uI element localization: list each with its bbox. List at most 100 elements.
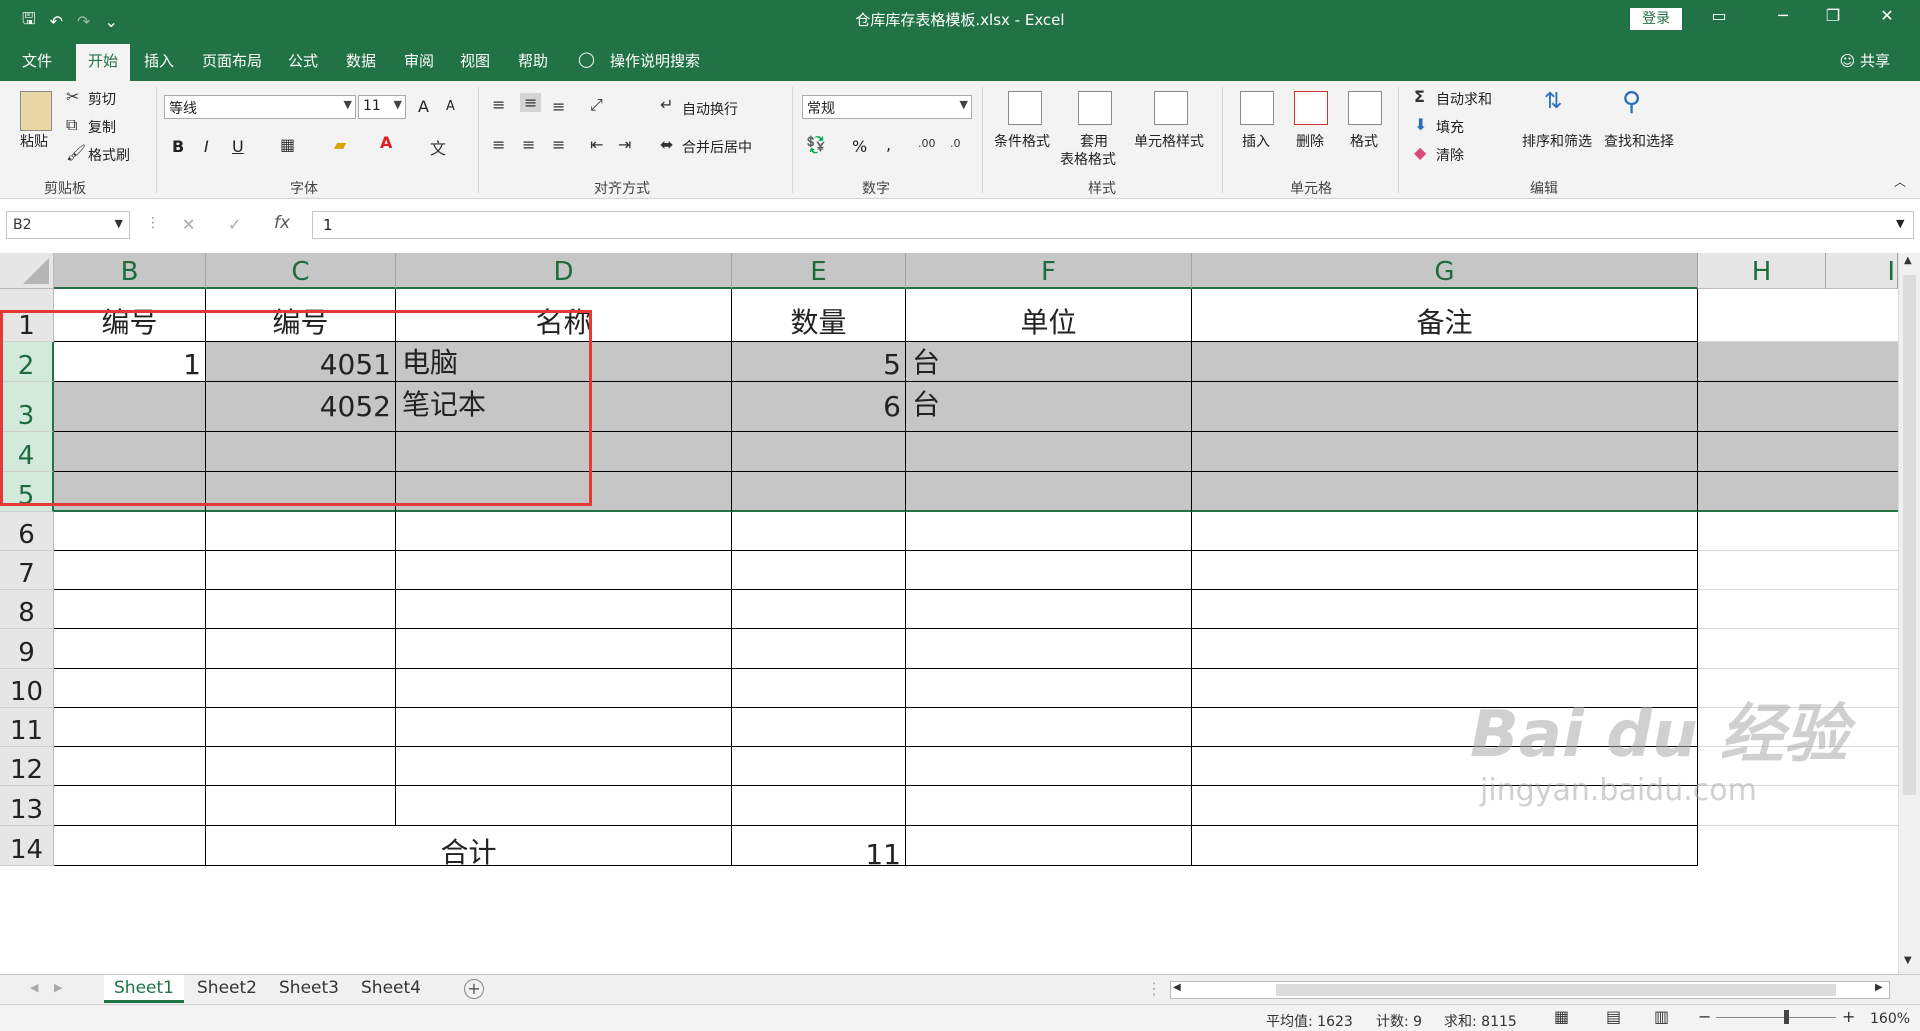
cell-h6[interactable]: [1698, 512, 1898, 551]
tab-formulas[interactable]: 公式: [288, 50, 318, 71]
shrink-font-icon[interactable]: A: [446, 99, 455, 114]
cell-f13[interactable]: [906, 786, 1192, 826]
next-sheet-icon[interactable]: ▶: [54, 981, 62, 994]
fill-icon[interactable]: ⬇: [1414, 115, 1427, 134]
paste-button[interactable]: 粘贴: [20, 131, 48, 151]
column-header-e[interactable]: E: [732, 253, 906, 289]
cell-b13[interactable]: [54, 786, 206, 826]
expand-formula-icon[interactable]: ▼: [1896, 217, 1904, 230]
merge-center-icon[interactable]: ⬌: [660, 135, 673, 154]
tab-file[interactable]: 文件: [22, 50, 52, 71]
cell-b11[interactable]: [54, 708, 206, 747]
cell-e13[interactable]: [732, 786, 906, 826]
cell-c10[interactable]: [206, 669, 396, 708]
format-painter-button[interactable]: 格式刷: [88, 145, 130, 165]
restore-icon[interactable]: ❐: [1818, 6, 1848, 25]
prev-sheet-icon[interactable]: ◀: [30, 981, 38, 994]
scroll-left-icon[interactable]: ◀: [1173, 982, 1181, 993]
cell-h4[interactable]: [1698, 432, 1898, 472]
currency-icon[interactable]: 💱: [806, 135, 826, 154]
format-as-table-button-line2[interactable]: 表格格式: [1060, 149, 1116, 169]
zoom-out-icon[interactable]: −: [1698, 1007, 1711, 1026]
row-header-12[interactable]: 12: [0, 747, 54, 786]
cell-g8[interactable]: [1192, 590, 1698, 629]
cell-c13[interactable]: [206, 786, 396, 826]
cell-d10[interactable]: [396, 669, 732, 708]
wrap-text-icon[interactable]: ↵: [660, 95, 673, 114]
row-header-10[interactable]: 10: [0, 669, 54, 708]
normal-view-icon[interactable]: ▦: [1554, 1007, 1569, 1026]
row-header-8[interactable]: 8: [0, 590, 54, 629]
tab-insert[interactable]: 插入: [144, 50, 174, 71]
decrease-decimal-icon[interactable]: .0: [950, 137, 961, 150]
name-box[interactable]: B2 ▼: [6, 211, 130, 239]
zoom-slider-thumb[interactable]: [1784, 1010, 1789, 1024]
cell-e5[interactable]: [732, 472, 906, 512]
close-icon[interactable]: ✕: [1872, 6, 1902, 25]
borders-icon[interactable]: ▦: [280, 135, 295, 154]
delete-cells-icon[interactable]: [1294, 91, 1328, 125]
cell-b9[interactable]: [54, 629, 206, 669]
cell-h8[interactable]: [1698, 590, 1898, 629]
cell-f14[interactable]: [906, 826, 1192, 866]
cell-c9[interactable]: [206, 629, 396, 669]
cell-f11[interactable]: [906, 708, 1192, 747]
cell-f10[interactable]: [906, 669, 1192, 708]
tell-me-search[interactable]: 操作说明搜索: [610, 50, 700, 71]
add-sheet-icon[interactable]: +: [464, 979, 484, 999]
cell-f2[interactable]: 台: [906, 342, 1192, 382]
insert-cells-icon[interactable]: [1240, 91, 1274, 125]
cell-h7[interactable]: [1698, 551, 1898, 590]
cell-b8[interactable]: [54, 590, 206, 629]
cell-e7[interactable]: [732, 551, 906, 590]
insert-cells-button[interactable]: 插入: [1242, 131, 1270, 151]
clear-icon[interactable]: ◆: [1414, 143, 1426, 162]
autosum-icon[interactable]: Σ: [1414, 87, 1425, 106]
insert-function-icon[interactable]: fx: [274, 213, 290, 233]
align-middle-icon[interactable]: ≡: [520, 93, 542, 112]
align-right-icon[interactable]: ≡: [552, 135, 565, 154]
cell-styles-button[interactable]: 单元格样式: [1134, 131, 1204, 151]
cell-c7[interactable]: [206, 551, 396, 590]
cell-g3[interactable]: [1192, 382, 1698, 432]
row-header-7[interactable]: 7: [0, 551, 54, 590]
cell-e1[interactable]: 数量: [732, 289, 906, 342]
format-as-table-icon[interactable]: [1078, 91, 1112, 125]
share-button[interactable]: ☺ 共享: [1840, 50, 1890, 71]
page-layout-view-icon[interactable]: ▤: [1606, 1007, 1621, 1026]
cell-g14[interactable]: [1192, 826, 1698, 866]
tab-view[interactable]: 视图: [460, 50, 490, 71]
cell-d11[interactable]: [396, 708, 732, 747]
cut-icon[interactable]: ✂: [66, 87, 79, 106]
ribbon-display-icon[interactable]: ▭: [1704, 6, 1734, 25]
login-button[interactable]: 登录: [1630, 8, 1682, 30]
column-header-h[interactable]: H: [1698, 253, 1826, 289]
fill-color-icon[interactable]: ▰: [334, 135, 346, 154]
autosum-button[interactable]: 自动求和: [1436, 89, 1492, 109]
cell-g6[interactable]: [1192, 512, 1698, 551]
format-cells-icon[interactable]: [1348, 91, 1382, 125]
vertical-scrollbar[interactable]: ▲ ▼: [1898, 253, 1920, 974]
cell-f9[interactable]: [906, 629, 1192, 669]
decrease-indent-icon[interactable]: ⇤: [590, 135, 603, 154]
orientation-icon[interactable]: ⤢: [590, 95, 603, 115]
percent-button[interactable]: %: [852, 137, 867, 156]
tab-review[interactable]: 审阅: [404, 50, 434, 71]
tab-data[interactable]: 数据: [346, 50, 376, 71]
cell-g7[interactable]: [1192, 551, 1698, 590]
conditional-format-icon[interactable]: [1008, 91, 1042, 125]
cell-b6[interactable]: [54, 512, 206, 551]
cell-g1[interactable]: 备注: [1192, 289, 1698, 342]
align-bottom-icon[interactable]: ≡: [552, 97, 565, 116]
cell-c6[interactable]: [206, 512, 396, 551]
cell-d13[interactable]: [396, 786, 732, 826]
cancel-icon[interactable]: ✕: [182, 215, 195, 234]
tab-home[interactable]: 开始: [76, 44, 131, 84]
cell-d9[interactable]: [396, 629, 732, 669]
wrap-text-button[interactable]: 自动换行: [682, 99, 738, 119]
sheet-tab-sheet1[interactable]: Sheet1: [104, 975, 184, 1003]
vertical-scroll-thumb[interactable]: [1903, 275, 1916, 795]
format-as-table-button-line1[interactable]: 套用: [1080, 131, 1108, 151]
format-cells-button[interactable]: 格式: [1350, 131, 1378, 151]
cell-b7[interactable]: [54, 551, 206, 590]
